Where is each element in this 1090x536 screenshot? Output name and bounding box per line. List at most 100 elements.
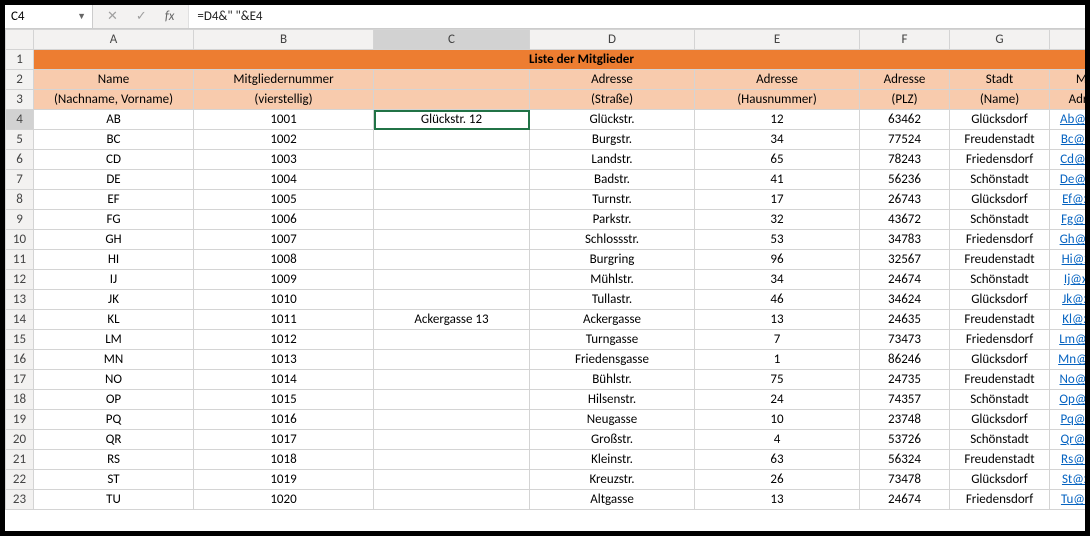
data-cell[interactable]: Schönstadt xyxy=(950,430,1050,450)
data-cell[interactable]: Tullastr. xyxy=(530,290,695,310)
header-cell[interactable]: (vierstellig) xyxy=(194,90,374,110)
column-header[interactable]: B xyxy=(194,30,374,50)
column-header[interactable]: A xyxy=(34,30,194,50)
data-cell[interactable]: Altgasse xyxy=(530,490,695,510)
data-cell[interactable]: 1014 xyxy=(194,370,374,390)
mail-link[interactable]: No@xyz.de xyxy=(1060,372,1086,387)
data-cell[interactable]: 23748 xyxy=(860,410,950,430)
data-cell[interactable]: 65 xyxy=(695,150,860,170)
data-cell[interactable]: 1013 xyxy=(194,350,374,370)
data-cell[interactable]: 1002 xyxy=(194,130,374,150)
column-header[interactable]: C xyxy=(374,30,530,50)
row-header[interactable]: 17 xyxy=(6,370,34,390)
mail-link[interactable]: Ij@xyz.de xyxy=(1064,272,1085,287)
data-cell[interactable]: HI xyxy=(34,250,194,270)
mail-link[interactable]: Cd@xyz.de xyxy=(1060,152,1085,167)
mail-link[interactable]: Jk@xyz.de xyxy=(1062,292,1085,307)
data-cell[interactable]: 1019 xyxy=(194,470,374,490)
row-header[interactable]: 23 xyxy=(6,490,34,510)
data-cell[interactable]: 1 xyxy=(695,350,860,370)
data-cell[interactable] xyxy=(374,130,530,150)
data-cell-mail[interactable]: Ef@xyz.de xyxy=(1050,190,1086,210)
data-cell[interactable] xyxy=(374,330,530,350)
mail-link[interactable]: St@xyz.de xyxy=(1062,472,1085,487)
row-header[interactable]: 2 xyxy=(6,70,34,90)
data-cell[interactable]: Glücksdorf xyxy=(950,350,1050,370)
mail-link[interactable]: Fg@xyz.de xyxy=(1061,212,1085,227)
data-cell[interactable]: MN xyxy=(34,350,194,370)
data-cell-mail[interactable]: Mn@xyz.de xyxy=(1050,350,1086,370)
data-cell[interactable] xyxy=(374,450,530,470)
header-cell[interactable]: Mitgliedernummer xyxy=(194,70,374,90)
mail-link[interactable]: Op@xyz.de xyxy=(1059,392,1085,407)
row-header[interactable]: 1 xyxy=(6,50,34,70)
data-cell[interactable] xyxy=(374,390,530,410)
data-cell[interactable]: 34624 xyxy=(860,290,950,310)
header-cell[interactable]: (Name) xyxy=(950,90,1050,110)
mail-link[interactable]: De@xyz.de xyxy=(1060,172,1085,187)
data-cell[interactable] xyxy=(374,490,530,510)
data-cell[interactable] xyxy=(374,370,530,390)
header-cell[interactable]: Name xyxy=(34,70,194,90)
row-header[interactable]: 4 xyxy=(6,110,34,130)
data-cell[interactable]: Turnstr. xyxy=(530,190,695,210)
data-cell[interactable]: 1005 xyxy=(194,190,374,210)
data-cell[interactable]: Glückstr. 12 xyxy=(374,110,530,130)
data-cell[interactable] xyxy=(374,190,530,210)
data-cell[interactable]: Freudenstadt xyxy=(950,370,1050,390)
data-cell[interactable]: 1015 xyxy=(194,390,374,410)
data-cell[interactable]: CD xyxy=(34,150,194,170)
data-cell[interactable]: 73478 xyxy=(860,470,950,490)
data-cell[interactable] xyxy=(374,290,530,310)
data-cell[interactable]: Kreuzstr. xyxy=(530,470,695,490)
data-cell[interactable] xyxy=(374,270,530,290)
data-cell[interactable]: 1010 xyxy=(194,290,374,310)
data-cell-mail[interactable]: Gh@xyz.de xyxy=(1050,230,1086,250)
data-cell[interactable]: Burgring xyxy=(530,250,695,270)
data-cell[interactable]: Kleinstr. xyxy=(530,450,695,470)
row-header[interactable]: 12 xyxy=(6,270,34,290)
data-cell[interactable] xyxy=(374,150,530,170)
mail-link[interactable]: Hi@xyz.de xyxy=(1062,252,1085,267)
data-cell[interactable]: 1006 xyxy=(194,210,374,230)
header-cell[interactable]: Adresse xyxy=(860,70,950,90)
row-header[interactable]: 5 xyxy=(6,130,34,150)
data-cell[interactable]: 1001 xyxy=(194,110,374,130)
data-cell[interactable]: 13 xyxy=(695,490,860,510)
row-header[interactable]: 3 xyxy=(6,90,34,110)
data-cell[interactable]: EF xyxy=(34,190,194,210)
row-header[interactable]: 9 xyxy=(6,210,34,230)
header-cell[interactable]: (Straße) xyxy=(530,90,695,110)
data-cell[interactable]: 1008 xyxy=(194,250,374,270)
data-cell[interactable]: 41 xyxy=(695,170,860,190)
data-cell[interactable]: 32 xyxy=(695,210,860,230)
data-cell[interactable]: Landstr. xyxy=(530,150,695,170)
data-cell[interactable]: 73473 xyxy=(860,330,950,350)
data-cell[interactable]: Neugasse xyxy=(530,410,695,430)
header-cell[interactable]: Adresse xyxy=(695,70,860,90)
data-cell[interactable]: Mühlstr. xyxy=(530,270,695,290)
row-header[interactable]: 15 xyxy=(6,330,34,350)
data-cell-mail[interactable]: Rs@xyz.de xyxy=(1050,450,1086,470)
data-cell[interactable]: Turngasse xyxy=(530,330,695,350)
data-cell-mail[interactable]: Fg@xyz.de xyxy=(1050,210,1086,230)
header-cell[interactable]: Mail- xyxy=(1050,70,1086,90)
data-cell[interactable]: NO xyxy=(34,370,194,390)
data-cell[interactable]: GH xyxy=(34,230,194,250)
column-header[interactable]: E xyxy=(695,30,860,50)
row-header[interactable]: 20 xyxy=(6,430,34,450)
data-cell[interactable]: 1018 xyxy=(194,450,374,470)
data-cell[interactable] xyxy=(374,250,530,270)
name-box-dropdown-icon[interactable]: ▼ xyxy=(77,11,86,22)
data-cell[interactable]: IJ xyxy=(34,270,194,290)
mail-link[interactable]: Ab@xyz.de xyxy=(1060,112,1085,127)
data-cell[interactable]: 56324 xyxy=(860,450,950,470)
data-cell[interactable]: Freudenstadt xyxy=(950,310,1050,330)
row-header[interactable]: 18 xyxy=(6,390,34,410)
data-cell[interactable]: Friedensdorf xyxy=(950,230,1050,250)
data-cell[interactable]: 24674 xyxy=(860,270,950,290)
data-cell[interactable]: 1012 xyxy=(194,330,374,350)
data-cell[interactable]: AB xyxy=(34,110,194,130)
data-cell[interactable]: 32567 xyxy=(860,250,950,270)
column-header[interactable]: H xyxy=(1050,30,1086,50)
